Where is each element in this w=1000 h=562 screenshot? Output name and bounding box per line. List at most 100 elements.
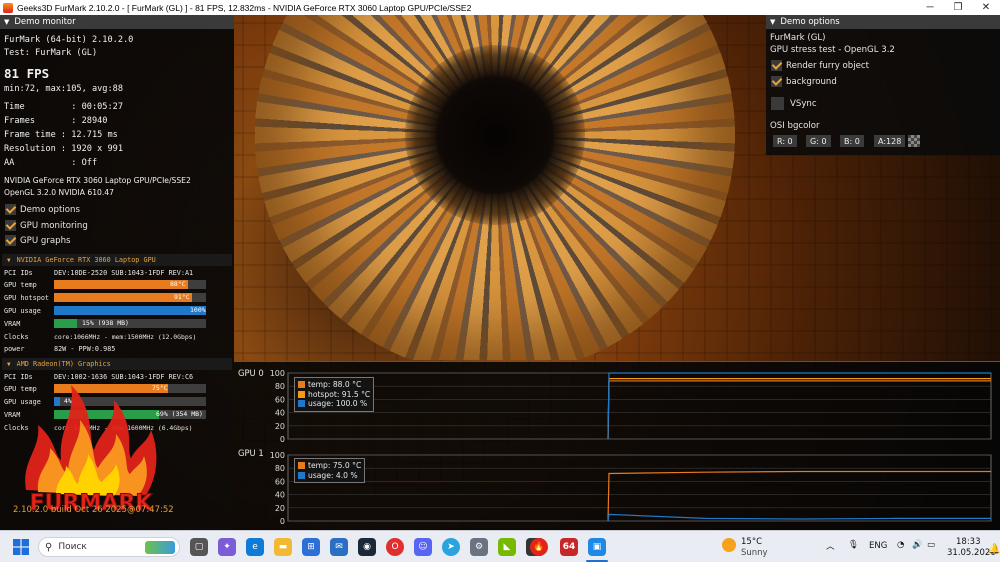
demo-options-checkbox[interactable]: Demo options [5, 204, 80, 215]
checkbox-checked-icon[interactable] [5, 204, 16, 215]
microphone-icon[interactable]: 🎙 [848, 540, 859, 550]
legend-swatch [298, 381, 305, 389]
legend-label: usage: 4.0 % [308, 470, 358, 480]
telegram-icon[interactable]: ➤ [442, 538, 460, 556]
collapse-triangle-icon[interactable]: ▼ [4, 18, 9, 26]
gpu0-power-label: power [4, 345, 25, 353]
search-highlight-icon [145, 541, 175, 554]
osi-a-field[interactable]: A:128 [874, 135, 906, 147]
checkbox-checked-icon[interactable] [771, 76, 782, 87]
vsync-checkbox[interactable]: VSync [771, 97, 817, 110]
file-explorer-icon[interactable]: ▬ [274, 538, 292, 556]
gpu0-vram-label: VRAM [4, 320, 21, 328]
chevron-up-icon[interactable]: ︿ [826, 540, 835, 552]
maximize-button[interactable]: ❐ [944, 0, 972, 15]
test-name-line: Test: FurMark (GL) [4, 48, 98, 58]
weather-desc[interactable]: Sunny [741, 548, 768, 558]
renderer-line: NVIDIA GeForce RTX 3060 Laptop GPU/PCIe/… [4, 176, 191, 185]
gpu-graphs-checkbox[interactable]: GPU graphs [5, 235, 71, 246]
language-indicator[interactable]: ENG [869, 541, 887, 551]
furry-object [235, 15, 770, 360]
edge-icon[interactable]: e [246, 538, 264, 556]
steam-icon[interactable]: ◉ [358, 538, 376, 556]
osi-r-field[interactable]: R: 0 [773, 135, 797, 147]
gpu0-temp-fill [54, 280, 188, 289]
gpu0-clocks-label: Clocks [4, 333, 29, 341]
legend-item: temp: 88.0 °C [298, 380, 370, 390]
clock-time[interactable]: 18:33 [956, 537, 981, 547]
gpu-monitoring-label: GPU monitoring [20, 220, 88, 231]
gpu0-usage-value: 100% [190, 306, 206, 314]
opera-icon[interactable]: O [386, 538, 404, 556]
volume-icon[interactable]: 🔊 [912, 540, 923, 550]
vsync-label: VSync [790, 98, 817, 109]
y-tick-label: 0 [280, 435, 285, 444]
osi-b-field[interactable]: B: 0 [840, 135, 864, 147]
gpu-monitoring-checkbox[interactable]: GPU monitoring [5, 220, 88, 231]
legend-label: usage: 100.0 % [308, 399, 368, 408]
windows-taskbar: ⚲ Поиск ▢ ✦ e ▬ ⊞ ✉ ◉ O ☺ ➤ ⚙ ◣ ▤ 🔥 64 ▣… [0, 530, 1000, 562]
gpu0-pci-label: PCI IDs [4, 269, 33, 277]
gpu0-temp-label: GPU temp [4, 281, 37, 289]
close-button[interactable]: ✕ [972, 0, 1000, 15]
aida64-icon[interactable]: 64 [560, 538, 578, 556]
demo-monitor-header[interactable]: ▼ Demo monitor [0, 15, 234, 29]
demo-options-panel: ▼ Demo options FurMark (GL) GPU stress t… [766, 15, 1000, 155]
plot-frame [287, 372, 992, 440]
task-view-icon[interactable]: ▢ [190, 538, 208, 556]
taskbar-search-input[interactable]: ⚲ Поиск [38, 537, 180, 557]
background-checkbox[interactable]: background [771, 76, 837, 87]
checkbox-checked-icon[interactable] [5, 235, 16, 246]
legend-swatch [298, 390, 305, 398]
demo-options-header[interactable]: ▼ Demo options [766, 15, 1000, 29]
furmark-taskbar-icon[interactable]: 🔥 [530, 538, 548, 556]
checkbox-checked-icon[interactable] [5, 220, 16, 231]
gpu0-hotspot-label: GPU hotspot [4, 294, 50, 302]
settings-gear-icon[interactable]: ⚙ [470, 538, 488, 556]
weather-temp[interactable]: 15°C [741, 537, 762, 547]
checkbox-unchecked-icon[interactable] [771, 97, 784, 110]
y-tick-label: 20 [275, 504, 285, 513]
color-swatch-icon[interactable] [908, 135, 920, 147]
legend-item: usage: 4.0 % [298, 471, 361, 481]
wifi-icon[interactable]: ◔ [897, 540, 904, 550]
gpu0-vram-bar: 15% (938 MB) [54, 319, 206, 328]
series-line-1-0 [607, 470, 991, 522]
checkbox-checked-icon[interactable] [771, 60, 782, 71]
series-line-0-0 [607, 380, 991, 440]
gpu1-header[interactable]: ▼ AMD Radeon(TM) Graphics [2, 358, 232, 370]
discord-icon[interactable]: ☺ [414, 538, 432, 556]
y-tick-label: 40 [275, 491, 285, 500]
collapse-triangle-icon[interactable]: ▼ [770, 18, 775, 26]
legend-label: temp: 88.0 °C [308, 380, 362, 389]
store-icon[interactable]: ⊞ [302, 538, 320, 556]
gpu0-hotspot-bar: 91°C [54, 293, 206, 302]
legend-label: hotspot: 91.5 °C [308, 389, 371, 399]
mail-icon[interactable]: ✉ [330, 538, 348, 556]
gpu0-header[interactable]: ▼ NVIDIA GeForce RTX 3060 Laptop GPU [2, 254, 232, 266]
y-tick-label: 80 [275, 382, 285, 391]
render-furry-label: Render furry object [786, 60, 870, 71]
y-tick-label: 0 [280, 517, 285, 526]
windows-start-icon[interactable] [12, 538, 30, 556]
legend-item: hotspot: 91.5 °C [298, 390, 370, 400]
osi-g-field[interactable]: G: 0 [806, 135, 831, 147]
furmark-window-icon[interactable]: ▣ [588, 538, 606, 556]
collapse-triangle-icon[interactable]: ▼ [7, 361, 11, 368]
collapse-triangle-icon[interactable]: ▼ [7, 257, 11, 264]
gpu1-name: AMD Radeon(TM) Graphics [16, 360, 111, 368]
window-titlebar[interactable]: Geeks3D FurMark 2.10.2.0 - [ FurMark (GL… [0, 0, 1000, 15]
minimize-button[interactable]: ─ [916, 0, 944, 15]
notification-bell-icon[interactable]: 🔔 [988, 544, 1000, 555]
nvidia-icon[interactable]: ◣ [498, 538, 516, 556]
demo-options-title: Demo options [780, 17, 840, 27]
copilot-icon[interactable]: ✦ [218, 538, 236, 556]
render-furry-checkbox[interactable]: Render furry object [771, 60, 869, 71]
series-line-0-1 [607, 378, 991, 440]
battery-icon[interactable]: ▭ [927, 540, 935, 550]
resolution-line: Resolution : 1920 x 991 [4, 144, 123, 154]
y-tick-label: 80 [275, 464, 285, 473]
y-tick-label: 20 [275, 422, 285, 431]
weather-sun-icon[interactable] [722, 538, 736, 552]
background-label: background [786, 76, 837, 87]
